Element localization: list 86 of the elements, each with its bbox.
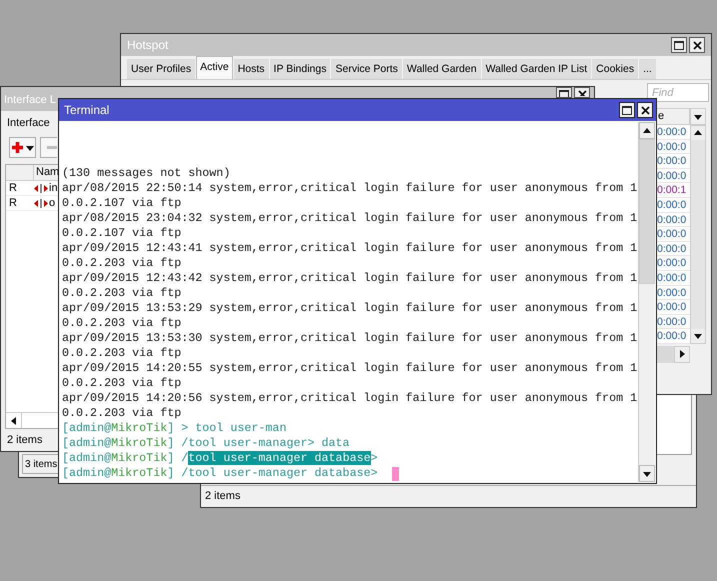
terminal-line: [admin@MikroTik] /tool user-manager> data bbox=[62, 436, 350, 451]
table-cell: 0:00:0 bbox=[656, 270, 690, 286]
plus-icon bbox=[10, 141, 24, 154]
terminal-line: apr/09/2015 14:20:56 system,error,critical login failure for user anonymous from 1 bbox=[62, 391, 638, 406]
close-button[interactable] bbox=[574, 87, 590, 98]
close-icon bbox=[578, 90, 586, 96]
tab[interactable]: Interface bbox=[3, 114, 54, 132]
table-cell-text: in bbox=[49, 180, 58, 196]
maximize-button[interactable] bbox=[619, 102, 635, 118]
scroll-right-button[interactable] bbox=[674, 346, 690, 363]
table-cell: 0:00:0 bbox=[656, 125, 690, 140]
horizontal-scrollbar[interactable] bbox=[656, 346, 674, 363]
table-cell: 0:00:1 bbox=[656, 183, 690, 198]
table-cell: 0:00:0 bbox=[656, 300, 690, 315]
terminal-line: [admin@MikroTik] /tool user-manager database> bbox=[62, 451, 378, 466]
tab[interactable]: ... bbox=[639, 59, 656, 79]
search-field[interactable]: Find bbox=[647, 83, 709, 102]
tab[interactable]: Walled Garden IP List bbox=[482, 59, 592, 79]
terminal-line: [admin@MikroTik] > tool user-man bbox=[62, 421, 286, 436]
terminal-line: 0.0.2.107 via ftp bbox=[62, 226, 182, 241]
status-text: 3 items bbox=[25, 458, 58, 472]
scroll-thumb[interactable] bbox=[639, 139, 655, 284]
scrollbar[interactable] bbox=[638, 122, 655, 482]
maximize-button[interactable] bbox=[671, 37, 687, 53]
close-icon bbox=[640, 106, 650, 114]
terminal-line: apr/09/2015 13:53:29 system,error,critical login failure for user anonymous from 1 bbox=[62, 301, 638, 316]
tab[interactable]: IP Bindings bbox=[270, 59, 330, 79]
terminal-line: apr/09/2015 12:43:41 system,error,critical login failure for user anonymous from 1 bbox=[62, 241, 638, 256]
terminal-line: apr/08/2015 22:50:14 system,error,critical login failure for user anonymous from 1 bbox=[62, 181, 638, 196]
window-title: Hotspot bbox=[127, 37, 168, 54]
left-arrow-icon bbox=[8, 416, 18, 426]
table-cell: 0:00:0 bbox=[656, 212, 690, 228]
table-cell: 0:00:0 bbox=[656, 168, 690, 184]
tab[interactable]: Cookies bbox=[592, 59, 638, 79]
terminal-line: [admin@MikroTik] /tool user-manager database> bbox=[62, 466, 378, 481]
tab[interactable]: Service Ports bbox=[331, 59, 402, 79]
status-text: 2 items bbox=[7, 432, 42, 448]
tab[interactable]: Hosts bbox=[234, 59, 269, 79]
scrollbar[interactable] bbox=[690, 125, 706, 344]
table-cell-text: o bbox=[49, 196, 56, 211]
tab[interactable]: User Profiles bbox=[127, 59, 196, 79]
window-title: Terminal bbox=[64, 102, 110, 119]
tab[interactable]: Active bbox=[196, 56, 233, 79]
close-button[interactable] bbox=[637, 102, 653, 118]
scroll-down-button[interactable] bbox=[691, 328, 705, 343]
add-button[interactable] bbox=[9, 137, 36, 158]
terminal-line: apr/09/2015 13:53:30 system,error,critical login failure for user anonymous from 1 bbox=[62, 331, 638, 346]
terminal-line: 0.0.2.203 via ftp bbox=[62, 286, 182, 301]
table-cell: 0:00:0 bbox=[656, 154, 690, 169]
column-menu-button[interactable] bbox=[690, 108, 706, 125]
maximize-button[interactable] bbox=[556, 87, 572, 98]
terminal-line: 0.0.2.107 via ftp bbox=[62, 196, 182, 211]
table-cell: 0:00:0 bbox=[656, 329, 690, 344]
table-cell-text: R bbox=[8, 180, 18, 196]
scroll-down-button[interactable] bbox=[639, 465, 655, 482]
column-header[interactable]: Nam bbox=[34, 165, 58, 180]
interface-icon bbox=[34, 198, 48, 208]
interface-icon bbox=[34, 184, 48, 192]
terminal-line: 0.0.2.203 via ftp bbox=[62, 376, 182, 391]
terminal-line: 0.0.2.203 via ftp bbox=[62, 346, 182, 361]
terminal-line: 0.0.2.203 via ftp bbox=[62, 256, 182, 271]
tab[interactable]: Walled Garden bbox=[402, 59, 481, 79]
terminal-line: apr/09/2015 12:43:42 system,error,critical login failure for user anonymous from 1 bbox=[62, 271, 638, 286]
terminal-line: apr/09/2015 14:20:55 system,error,critical login failure for user anonymous from 1 bbox=[62, 361, 638, 376]
status-text: 2 items bbox=[205, 489, 240, 504]
table-cell: 0:00:0 bbox=[656, 314, 690, 330]
terminal-line: (130 messages not shown) bbox=[62, 166, 230, 181]
close-button[interactable] bbox=[689, 37, 705, 53]
table-cell: 0:00:0 bbox=[656, 286, 690, 300]
scroll-up-button[interactable] bbox=[639, 122, 655, 139]
right-arrow-icon bbox=[677, 349, 687, 360]
table-cell: 0:00:0 bbox=[656, 140, 690, 154]
terminal-line: 0.0.2.203 via ftp bbox=[62, 406, 182, 421]
terminal-line: apr/08/2015 23:04:32 system,error,critical login failure for user anonymous from 1 bbox=[62, 211, 638, 226]
up-arrow-icon bbox=[693, 128, 703, 138]
close-icon bbox=[692, 40, 702, 50]
scroll-up-button[interactable] bbox=[691, 126, 705, 140]
table-cell: 0:00:0 bbox=[656, 198, 690, 213]
table-cell: 0:00:0 bbox=[656, 227, 690, 242]
up-arrow-icon bbox=[642, 126, 652, 136]
table-cell: 0:00:0 bbox=[656, 242, 690, 256]
terminal-line: 0.0.2.203 via ftp bbox=[62, 316, 182, 331]
table-cell-text: R bbox=[8, 196, 18, 211]
table-cell: 0:00:0 bbox=[656, 256, 690, 271]
column-header[interactable]: e bbox=[656, 108, 690, 125]
window-title: Interface L bbox=[4, 93, 56, 108]
